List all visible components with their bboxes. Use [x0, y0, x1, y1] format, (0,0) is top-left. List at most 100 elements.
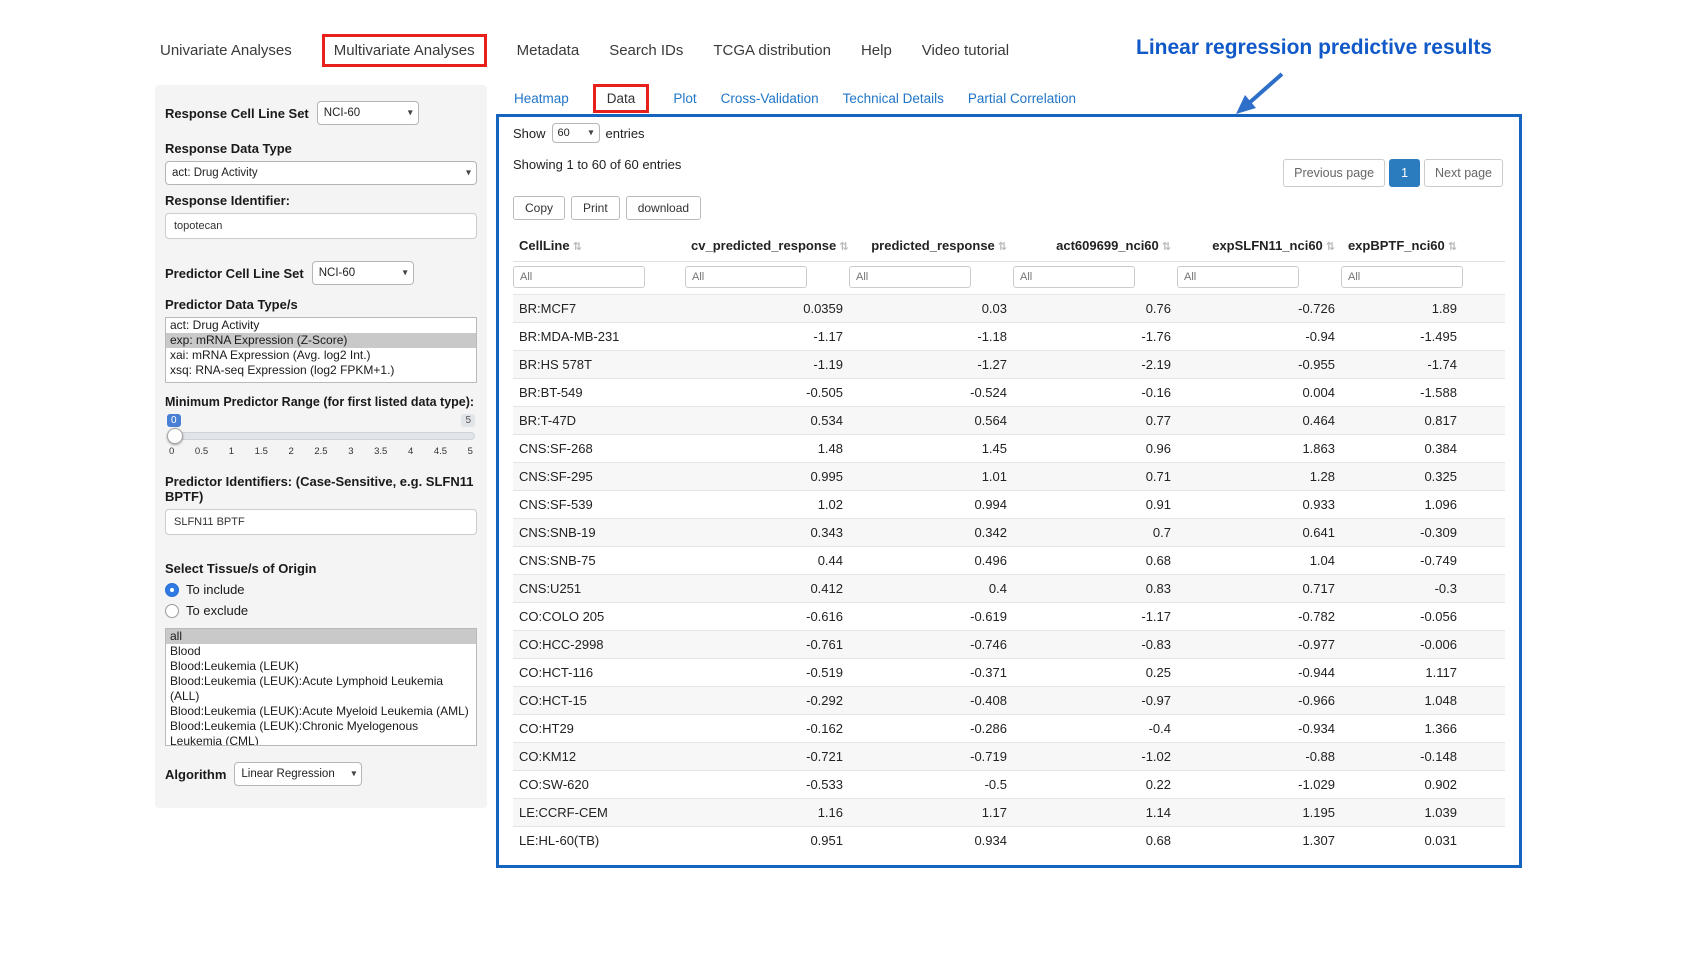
value-cell: -0.761	[685, 631, 849, 659]
cellline-cell: CNS:SF-295	[513, 463, 685, 491]
table-row[interactable]: CO:HCT-116-0.519-0.3710.25-0.9441.117	[513, 659, 1505, 687]
value-cell: 1.096	[1341, 491, 1505, 519]
table-body: BR:MCF70.03590.030.76-0.7261.89BR:MDA-MB…	[513, 295, 1505, 855]
table-row[interactable]: CO:HCT-15-0.292-0.408-0.97-0.9661.048	[513, 687, 1505, 715]
tissue-list[interactable]: allBloodBlood:Leukemia (LEUK)Blood:Leuke…	[165, 628, 477, 746]
table-row[interactable]: CNS:SNB-750.440.4960.681.04-0.749	[513, 547, 1505, 575]
column-label: act609699_nci60	[1056, 238, 1159, 253]
table-row[interactable]: BR:HS 578T-1.19-1.27-2.19-0.955-1.74	[513, 351, 1505, 379]
value-cell: -0.056	[1341, 603, 1505, 631]
nav-item-video-tutorial[interactable]: Video tutorial	[922, 37, 1009, 64]
sort-icon[interactable]: ⇅	[998, 241, 1007, 253]
column-header-cellline[interactable]: CellLine⇅	[513, 230, 685, 262]
nav-item-multivariate-analyses[interactable]: Multivariate Analyses	[322, 34, 487, 67]
predictor-identifiers-input[interactable]	[165, 509, 477, 535]
copy-button[interactable]: Copy	[513, 196, 565, 220]
cellline-cell: BR:HS 578T	[513, 351, 685, 379]
value-cell: 0.22	[1013, 771, 1177, 799]
filter-input-expbptf-nci60[interactable]	[1341, 266, 1463, 288]
table-row[interactable]: CNS:U2510.4120.40.830.717-0.3	[513, 575, 1505, 603]
value-cell: 0.83	[1013, 575, 1177, 603]
table-row[interactable]: BR:MCF70.03590.030.76-0.7261.89	[513, 295, 1505, 323]
option-blood-leukemia-leuk-acute-lymphoid-leukemia-all[interactable]: Blood:Leukemia (LEUK):Acute Lymphoid Leu…	[166, 674, 476, 704]
column-header-expslfn11-nci60[interactable]: expSLFN11_nci60⇅	[1177, 230, 1341, 262]
filter-input-cellline[interactable]	[513, 266, 645, 288]
table-row[interactable]: CNS:SF-2681.481.450.961.8630.384	[513, 435, 1505, 463]
radio-to-exclude[interactable]: To exclude	[165, 603, 477, 618]
option-exp-mrna-expression-z-score[interactable]: exp: mRNA Expression (Z-Score)	[166, 333, 476, 348]
nav-item-tcga-distribution[interactable]: TCGA distribution	[713, 37, 831, 64]
sort-icon[interactable]: ⇅	[573, 241, 582, 253]
entries-label: entries	[606, 126, 645, 141]
download-button[interactable]: download	[626, 196, 701, 220]
slider-handle[interactable]	[167, 428, 183, 444]
sort-icon[interactable]: ⇅	[1162, 241, 1171, 253]
value-cell: -0.519	[685, 659, 849, 687]
value-cell: -1.76	[1013, 323, 1177, 351]
radio-include-label: To include	[186, 582, 245, 597]
table-row[interactable]: CNS:SF-2950.9951.010.711.280.325	[513, 463, 1505, 491]
filter-input-act609699-nci60[interactable]	[1013, 266, 1135, 288]
response-data-type-select[interactable]: act: Drug Activity	[165, 161, 477, 185]
table-row[interactable]: LE:HL-60(TB)0.9510.9340.681.3070.031	[513, 827, 1505, 855]
previous-page-button[interactable]: Previous page	[1283, 159, 1385, 187]
slider-track[interactable]	[167, 432, 475, 440]
table-row[interactable]: BR:T-47D0.5340.5640.770.4640.817	[513, 407, 1505, 435]
option-blood-leukemia-leuk-acute-myeloid-leukemia-aml[interactable]: Blood:Leukemia (LEUK):Acute Myeloid Leuk…	[166, 704, 476, 719]
predictor-data-type-list[interactable]: act: Drug Activityexp: mRNA Expression (…	[165, 317, 477, 383]
tab-data[interactable]: Data	[593, 84, 650, 113]
value-cell: -0.371	[849, 659, 1013, 687]
option-all[interactable]: all	[166, 629, 476, 644]
page-number-button[interactable]: 1	[1389, 159, 1420, 187]
response-identifier-input[interactable]	[165, 213, 477, 239]
filter-input-predicted-response[interactable]	[849, 266, 971, 288]
column-header-predicted-response[interactable]: predicted_response⇅	[849, 230, 1013, 262]
nav-item-metadata[interactable]: Metadata	[517, 37, 580, 64]
option-blood-leukemia-leuk-chronic-myelogenous-leukemia-cml[interactable]: Blood:Leukemia (LEUK):Chronic Myelogenou…	[166, 719, 476, 746]
tab-partial-correlation[interactable]: Partial Correlation	[968, 87, 1076, 110]
sort-icon[interactable]: ⇅	[1326, 241, 1335, 253]
min-predictor-range-slider[interactable]: 0 5 00.511.522.533.544.55	[167, 414, 475, 462]
nav-item-search-ids[interactable]: Search IDs	[609, 37, 683, 64]
table-row[interactable]: CO:COLO 205-0.616-0.619-1.17-0.782-0.056	[513, 603, 1505, 631]
table-row[interactable]: CO:KM12-0.721-0.719-1.02-0.88-0.148	[513, 743, 1505, 771]
option-blood[interactable]: Blood	[166, 644, 476, 659]
nav-item-univariate-analyses[interactable]: Univariate Analyses	[160, 37, 292, 64]
predictor-cell-line-set-select[interactable]: NCI-60	[312, 261, 414, 285]
table-row[interactable]: CNS:SNB-190.3430.3420.70.641-0.309	[513, 519, 1505, 547]
tab-cross-validation[interactable]: Cross-Validation	[721, 87, 819, 110]
table-row[interactable]: BR:MDA-MB-231-1.17-1.18-1.76-0.94-1.495	[513, 323, 1505, 351]
response-cell-line-set-select[interactable]: NCI-60	[317, 101, 419, 125]
print-button[interactable]: Print	[571, 196, 620, 220]
table-row[interactable]: CO:HT29-0.162-0.286-0.4-0.9341.366	[513, 715, 1505, 743]
page-length-select[interactable]: 60	[552, 123, 600, 143]
filter-input-cv-predicted-response[interactable]	[685, 266, 807, 288]
table-row[interactable]: BR:BT-549-0.505-0.524-0.160.004-1.588	[513, 379, 1505, 407]
option-xsq-rna-seq-expression-log2-fpkm-1[interactable]: xsq: RNA-seq Expression (log2 FPKM+1.)	[166, 363, 476, 378]
table-row[interactable]: CNS:SF-5391.020.9940.910.9331.096	[513, 491, 1505, 519]
table-row[interactable]: CO:SW-620-0.533-0.50.22-1.0290.902	[513, 771, 1505, 799]
value-cell: 1.04	[1177, 547, 1341, 575]
sort-icon[interactable]: ⇅	[1448, 241, 1457, 253]
algorithm-select[interactable]: Linear Regression	[234, 762, 362, 786]
tab-plot[interactable]: Plot	[673, 87, 696, 110]
radio-to-include[interactable]: To include	[165, 582, 477, 597]
option-blood-leukemia-leuk[interactable]: Blood:Leukemia (LEUK)	[166, 659, 476, 674]
value-cell: -0.966	[1177, 687, 1341, 715]
option-xai-mrna-expression-avg-log2-int[interactable]: xai: mRNA Expression (Avg. log2 Int.)	[166, 348, 476, 363]
table-row[interactable]: CO:HCC-2998-0.761-0.746-0.83-0.977-0.006	[513, 631, 1505, 659]
column-header-expbptf-nci60[interactable]: expBPTF_nci60⇅	[1341, 230, 1505, 262]
tab-heatmap[interactable]: Heatmap	[514, 87, 569, 110]
value-cell: 0.464	[1177, 407, 1341, 435]
tab-technical-details[interactable]: Technical Details	[843, 87, 944, 110]
filter-input-expslfn11-nci60[interactable]	[1177, 266, 1299, 288]
next-page-button[interactable]: Next page	[1424, 159, 1503, 187]
option-act-drug-activity[interactable]: act: Drug Activity	[166, 318, 476, 333]
value-cell: 0.641	[1177, 519, 1341, 547]
column-header-cv-predicted-response[interactable]: cv_predicted_response⇅	[685, 230, 849, 262]
table-row[interactable]: LE:CCRF-CEM1.161.171.141.1951.039	[513, 799, 1505, 827]
column-header-act609699-nci60[interactable]: act609699_nci60⇅	[1013, 230, 1177, 262]
sort-icon[interactable]: ⇅	[839, 241, 848, 253]
value-cell: -0.749	[1341, 547, 1505, 575]
nav-item-help[interactable]: Help	[861, 37, 892, 64]
